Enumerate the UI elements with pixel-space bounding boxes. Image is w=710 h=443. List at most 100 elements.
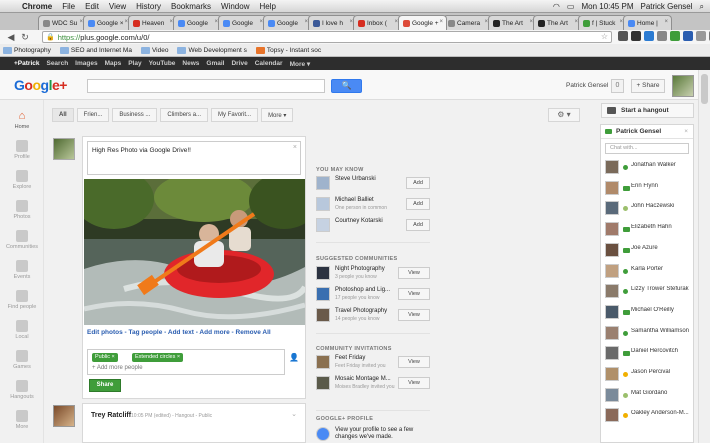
thumbnail[interactable]: [316, 197, 330, 211]
filter-favorites[interactable]: My Favorit...: [211, 108, 259, 122]
share-with-field[interactable]: Public × Extended circles × + Add more p…: [87, 349, 285, 375]
gbar-drive[interactable]: Drive: [231, 60, 247, 67]
bookmark-folder[interactable]: Video: [140, 46, 168, 54]
chat-contact[interactable]: Daniel Hercovitch: [601, 344, 693, 364]
menu-window[interactable]: Window: [221, 2, 249, 11]
attached-photo[interactable]: [84, 179, 305, 325]
nav-local[interactable]: Local: [0, 320, 44, 340]
start-hangout-button[interactable]: Start a hangout: [601, 103, 694, 118]
gbar-calendar[interactable]: Calendar: [255, 60, 283, 67]
nav-home[interactable]: ⌂ Home: [0, 110, 44, 130]
view-button[interactable]: View: [398, 309, 430, 321]
browser-tab[interactable]: Google ×: [173, 15, 222, 30]
bookmark-folder[interactable]: Photography: [3, 46, 51, 54]
chat-contact[interactable]: John Haczewski: [601, 199, 693, 219]
notifications-count[interactable]: 0: [611, 79, 624, 93]
chat-contact[interactable]: Michael O'Reilly: [601, 303, 693, 323]
suggestion-name[interactable]: Travel Photography: [335, 308, 387, 314]
gbar-me[interactable]: +Patrick: [14, 60, 39, 67]
gbar-more[interactable]: More ▾: [290, 60, 311, 68]
suggestion-name[interactable]: Michael Balliet: [335, 197, 374, 203]
nav-find-people[interactable]: Find people: [0, 290, 44, 310]
battery-icon[interactable]: ▭: [567, 2, 575, 11]
thumbnail[interactable]: [316, 355, 330, 369]
menu-view[interactable]: View: [109, 2, 126, 11]
thumbnail[interactable]: [316, 376, 330, 390]
post-author[interactable]: Trey Ratcliff: [91, 412, 131, 419]
spotlight-icon[interactable]: ⌕: [700, 2, 704, 12]
menu-history[interactable]: History: [136, 2, 161, 11]
add-button[interactable]: Add: [406, 219, 430, 231]
extension-icon[interactable]: [657, 31, 667, 41]
gbar-maps[interactable]: Maps: [105, 60, 122, 67]
add-button[interactable]: Add: [406, 198, 430, 210]
chat-contact[interactable]: Samantha Williamson: [601, 324, 693, 344]
extension-icon[interactable]: [683, 31, 693, 41]
browser-tab[interactable]: f | Stuck ×: [578, 15, 627, 30]
filter-all[interactable]: All: [52, 108, 74, 122]
nav-communities[interactable]: Communities: [0, 230, 44, 250]
post-text-input[interactable]: High Res Photo via Google Drive!! ×: [87, 141, 301, 175]
bookmark-topsy[interactable]: Topsy - Instant soc: [255, 46, 321, 54]
extension-icon[interactable]: [644, 31, 654, 41]
nav-photos[interactable]: Photos: [0, 200, 44, 220]
browser-tab[interactable]: Google ×: [218, 15, 267, 30]
suggestion-name[interactable]: Steve Urbanski: [335, 176, 376, 182]
view-button[interactable]: View: [398, 377, 430, 389]
back-icon[interactable]: ◀: [4, 32, 18, 43]
thumbnail[interactable]: [316, 218, 330, 232]
thumbnail[interactable]: [316, 308, 330, 322]
search-input[interactable]: [87, 79, 325, 93]
wifi-icon[interactable]: ◠: [553, 2, 560, 11]
extension-icon[interactable]: [618, 31, 628, 41]
star-icon[interactable]: ☆: [601, 32, 608, 41]
filter-friends[interactable]: Frien...: [76, 108, 110, 122]
chat-contact[interactable]: Erin Flynn: [601, 179, 693, 199]
suggestion-name[interactable]: Mosaic Montage M...: [335, 376, 391, 382]
avatar[interactable]: [672, 75, 694, 97]
photo-edit-links[interactable]: Edit photos - Tag people - Add text - Ad…: [87, 329, 271, 336]
thumbnail[interactable]: [316, 176, 330, 190]
os-user[interactable]: Patrick Gensel: [640, 2, 692, 11]
nav-profile[interactable]: Profile: [0, 140, 44, 160]
view-button[interactable]: View: [398, 288, 430, 300]
browser-tab[interactable]: WDC Su ×: [38, 15, 87, 30]
chat-contact[interactable]: Lizzy Trower Stefurak: [601, 282, 693, 302]
filter-more[interactable]: More ▾: [261, 108, 294, 122]
browser-tab[interactable]: The Art ×: [488, 15, 537, 30]
chat-contact[interactable]: Oakley Anderson-M...: [601, 406, 693, 426]
menu-bookmarks[interactable]: Bookmarks: [171, 2, 211, 11]
suggestion-name[interactable]: Feet Friday: [335, 355, 365, 361]
chat-contact[interactable]: Jason Percival: [601, 365, 693, 385]
gbar-youtube[interactable]: YouTube: [149, 60, 176, 67]
filter-business[interactable]: Business ...: [112, 108, 158, 122]
profile-notice[interactable]: View your profile to see a few changes we…: [316, 426, 438, 443]
share-post-button[interactable]: Share: [89, 379, 121, 392]
scrollbar-thumb[interactable]: [701, 74, 708, 104]
add-button[interactable]: Add: [406, 177, 430, 189]
gear-icon[interactable]: ⚙ ▾: [548, 108, 580, 122]
menu-edit[interactable]: Edit: [85, 2, 99, 11]
gbar-play[interactable]: Play: [128, 60, 141, 67]
extension-icon[interactable]: [631, 31, 641, 41]
browser-tab[interactable]: Google × ×: [83, 15, 132, 30]
add-more-people[interactable]: + Add more people: [92, 365, 143, 371]
gbar-search[interactable]: Search: [46, 60, 68, 67]
close-icon[interactable]: ×: [684, 128, 688, 135]
close-tab-icon[interactable]: ×: [664, 19, 668, 25]
search-button[interactable]: 🔍: [331, 79, 362, 93]
header-username[interactable]: Patrick Gensel: [566, 82, 608, 89]
nav-explore[interactable]: Explore: [0, 170, 44, 190]
close-tab-icon[interactable]: ×: [439, 19, 443, 25]
view-button[interactable]: View: [398, 267, 430, 279]
suggestion-name[interactable]: Courtney Kotarski: [335, 218, 383, 224]
browser-tab[interactable]: I love h ×: [308, 15, 357, 30]
browser-tab[interactable]: Camera ×: [443, 15, 492, 30]
avatar[interactable]: [53, 405, 75, 427]
thumbnail[interactable]: [316, 266, 330, 280]
menu-file[interactable]: File: [62, 2, 75, 11]
chat-search-input[interactable]: Chat with...: [605, 143, 689, 154]
close-icon[interactable]: ×: [293, 144, 297, 151]
app-menu[interactable]: Chrome: [22, 2, 52, 11]
nav-events[interactable]: Events: [0, 260, 44, 280]
